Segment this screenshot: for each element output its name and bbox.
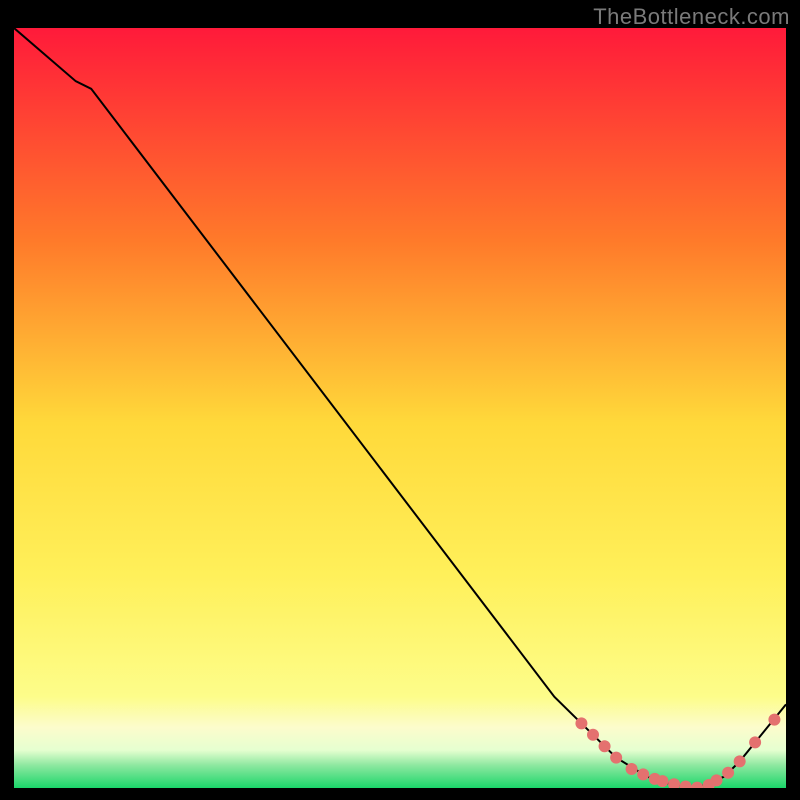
data-dot — [749, 736, 761, 748]
data-dot — [626, 763, 638, 775]
plot-area — [14, 28, 786, 788]
data-dot — [575, 717, 587, 729]
data-dot — [711, 774, 723, 786]
data-dot — [599, 740, 611, 752]
data-dot — [734, 755, 746, 767]
chart-svg — [14, 28, 786, 788]
gradient-background — [14, 28, 786, 788]
data-dot — [610, 752, 622, 764]
chart-frame: TheBottleneck.com — [0, 0, 800, 800]
data-dot — [722, 767, 734, 779]
data-dot — [656, 775, 668, 787]
data-dot — [637, 768, 649, 780]
data-dot — [768, 714, 780, 726]
data-dot — [587, 729, 599, 741]
watermark-text: TheBottleneck.com — [593, 4, 790, 30]
